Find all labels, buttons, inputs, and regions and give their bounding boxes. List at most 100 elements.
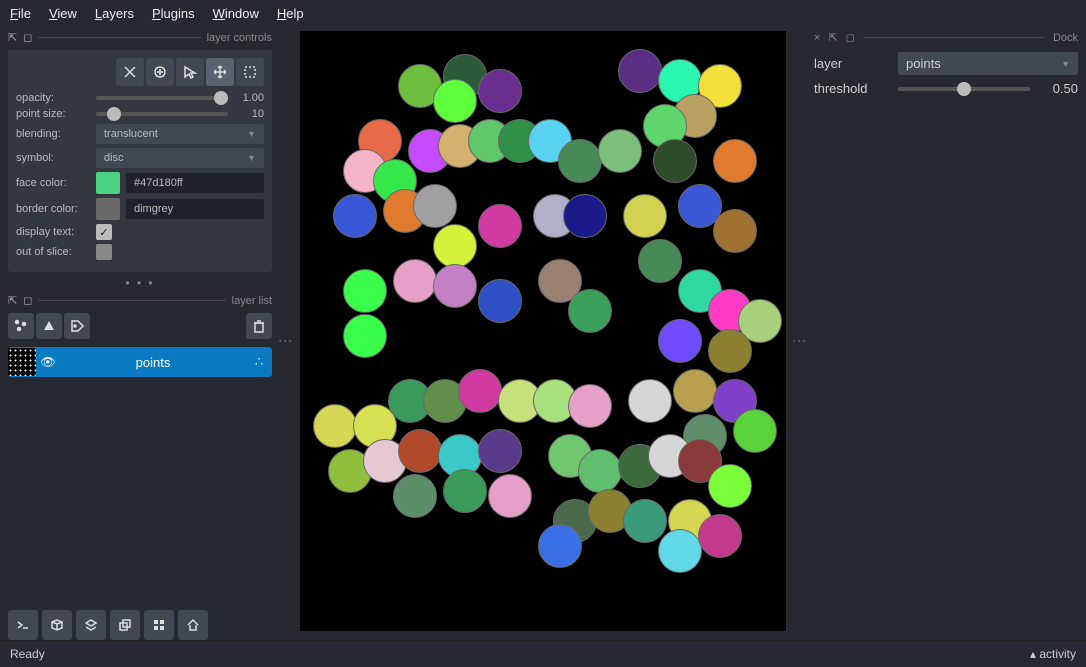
point[interactable] — [708, 329, 752, 373]
menu-plugins[interactable]: Plugins — [152, 6, 195, 21]
grid-button[interactable] — [144, 610, 174, 640]
layer-item-points[interactable]: 👁 points ∴ — [8, 347, 272, 377]
delete-layer-button[interactable] — [246, 313, 272, 339]
point[interactable] — [313, 404, 357, 448]
point[interactable] — [398, 429, 442, 473]
ndisplay-button[interactable] — [42, 610, 72, 640]
left-splitter[interactable]: ⋮ — [278, 334, 294, 348]
chevron-down-icon: ▼ — [247, 153, 256, 163]
select-points-button[interactable] — [176, 58, 204, 86]
console-button[interactable] — [8, 610, 38, 640]
point[interactable] — [343, 314, 387, 358]
roll-dims-button[interactable] — [76, 610, 106, 640]
menu-file[interactable]: File — [10, 6, 31, 21]
outofslice-label: out of slice: — [16, 246, 90, 258]
point[interactable] — [558, 139, 602, 183]
new-shapes-button[interactable] — [36, 313, 62, 339]
new-labels-button[interactable] — [64, 313, 90, 339]
point[interactable] — [478, 279, 522, 323]
right-splitter[interactable]: ⋮ — [792, 334, 808, 348]
statusbar: Ready ▴ activity — [0, 640, 1086, 667]
pointsize-slider[interactable] — [96, 112, 228, 116]
point[interactable] — [618, 49, 662, 93]
outofslice-checkbox[interactable] — [96, 244, 112, 260]
float-panel-icon[interactable]: ⇱ — [828, 31, 837, 44]
point[interactable] — [433, 79, 477, 123]
point[interactable] — [638, 239, 682, 283]
layer-name: points — [60, 355, 246, 370]
threshold-label: threshold — [814, 81, 890, 96]
facecolor-input[interactable]: #47d180ff — [126, 173, 264, 193]
transpose-button[interactable] — [110, 610, 140, 640]
point[interactable] — [333, 194, 377, 238]
point[interactable] — [343, 269, 387, 313]
point[interactable] — [598, 129, 642, 173]
status-text: Ready — [10, 647, 45, 661]
point[interactable] — [733, 409, 777, 453]
point[interactable] — [653, 139, 697, 183]
point[interactable] — [458, 369, 502, 413]
canvas[interactable] — [300, 31, 786, 631]
symbol-dropdown[interactable]: disc▼ — [96, 148, 264, 168]
layer-type-icon: ∴ — [246, 354, 272, 370]
point[interactable] — [413, 184, 457, 228]
float-panel-icon[interactable]: ⇱ — [8, 294, 17, 307]
threshold-value: 0.50 — [1038, 81, 1078, 96]
facecolor-swatch[interactable] — [96, 172, 120, 194]
opacity-label: opacity: — [16, 92, 90, 104]
pan-zoom-button[interactable] — [206, 58, 234, 86]
point[interactable] — [713, 209, 757, 253]
point[interactable] — [433, 224, 477, 268]
blending-dropdown[interactable]: translucent▼ — [96, 124, 264, 144]
bordercolor-input[interactable]: dimgrey — [126, 199, 264, 219]
point[interactable] — [673, 369, 717, 413]
point[interactable] — [623, 194, 667, 238]
delete-points-button[interactable] — [116, 58, 144, 86]
transform-button[interactable] — [236, 58, 264, 86]
dock-header: × ⇱ ◻ Dock — [814, 31, 1078, 44]
layer-controls-panel: opacity: 1.00 point size: 10 blending: t… — [8, 50, 272, 272]
activity-toggle[interactable]: ▴ activity — [1030, 647, 1076, 661]
point[interactable] — [563, 194, 607, 238]
point[interactable] — [713, 139, 757, 183]
point[interactable] — [433, 264, 477, 308]
point[interactable] — [478, 204, 522, 248]
point[interactable] — [628, 379, 672, 423]
displaytext-checkbox[interactable]: ✓ — [96, 224, 112, 240]
opacity-slider[interactable] — [96, 96, 228, 100]
point[interactable] — [568, 384, 612, 428]
visibility-toggle-icon[interactable]: 👁 — [36, 355, 60, 369]
point[interactable] — [658, 319, 702, 363]
menu-window[interactable]: Window — [213, 6, 259, 21]
point[interactable] — [698, 514, 742, 558]
point[interactable] — [478, 69, 522, 113]
threshold-slider[interactable] — [898, 87, 1030, 91]
point[interactable] — [393, 474, 437, 518]
layer-select-dropdown[interactable]: points▼ — [898, 52, 1078, 75]
add-points-button[interactable] — [146, 58, 174, 86]
new-points-button[interactable] — [8, 313, 34, 339]
panel-resize-handle[interactable]: • • • — [8, 276, 272, 290]
point[interactable] — [578, 449, 622, 493]
bordercolor-swatch[interactable] — [96, 198, 120, 220]
float-panel-icon[interactable]: ⇱ — [8, 31, 17, 44]
point[interactable] — [488, 474, 532, 518]
point[interactable] — [538, 524, 582, 568]
menu-view[interactable]: View — [49, 6, 77, 21]
point[interactable] — [443, 469, 487, 513]
opacity-value: 1.00 — [234, 92, 264, 104]
menu-layers[interactable]: Layers — [95, 6, 134, 21]
home-button[interactable] — [178, 610, 208, 640]
point[interactable] — [393, 259, 437, 303]
menu-help[interactable]: Help — [277, 6, 304, 21]
point[interactable] — [658, 529, 702, 573]
point[interactable] — [568, 289, 612, 333]
point[interactable] — [478, 429, 522, 473]
point[interactable] — [623, 499, 667, 543]
close-panel-icon[interactable]: ◻ — [23, 31, 32, 44]
menubar: File View Layers Plugins Window Help — [0, 0, 1086, 27]
close-panel-icon[interactable]: × — [814, 32, 820, 44]
hide-panel-icon[interactable]: ◻ — [846, 31, 855, 44]
point[interactable] — [708, 464, 752, 508]
close-panel-icon[interactable]: ◻ — [23, 294, 32, 307]
